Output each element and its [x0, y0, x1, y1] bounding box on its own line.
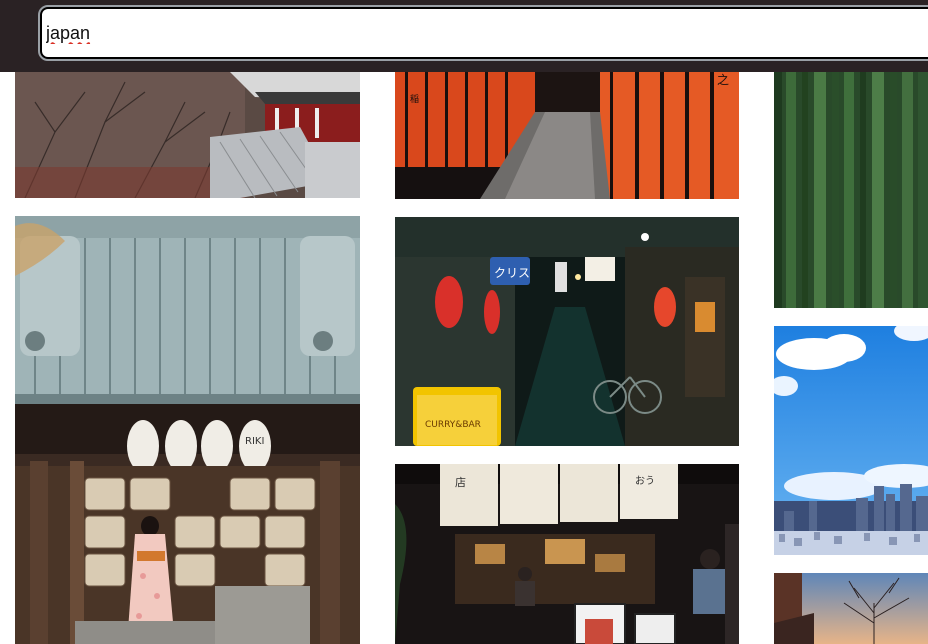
svg-text:クリス: クリス [494, 266, 530, 280]
search-box[interactable] [38, 5, 928, 61]
svg-text:稲: 稲 [410, 93, 419, 105]
image-gallery: 稲 之 RIKI クリス CURRY&BAR 店 おう [0, 0, 928, 644]
photo-shrine-sake-barrels-kimono[interactable]: RIKI [15, 216, 360, 644]
photo-restaurant-noren[interactable]: 店 おう [395, 464, 739, 644]
photo-bamboo-forest[interactable] [774, 72, 928, 308]
svg-text:店: 店 [455, 475, 466, 489]
photo-torii-gates-path[interactable]: 稲 之 [395, 72, 739, 199]
photo-bare-tree-sunset[interactable] [774, 573, 928, 644]
svg-text:おう: おう [635, 475, 655, 487]
top-search-bar [0, 0, 928, 72]
svg-text:CURRY&BAR: CURRY&BAR [425, 420, 481, 430]
photo-tokyo-skyline-sky[interactable] [774, 326, 928, 555]
photo-alley-night-lanterns[interactable]: クリス CURRY&BAR [395, 217, 739, 446]
search-input[interactable] [46, 19, 906, 47]
svg-text:RIKI: RIKI [245, 436, 264, 447]
photo-pagoda-roof-winter[interactable] [15, 72, 360, 198]
svg-text:之: 之 [717, 73, 729, 87]
